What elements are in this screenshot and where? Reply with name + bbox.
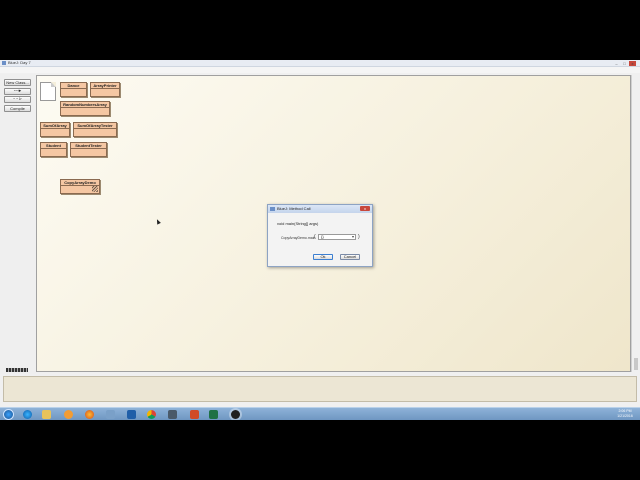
title-bar: BlueJ: Day 7 – □ x [0,60,640,67]
readme-icon[interactable] [40,82,56,101]
paren-close: ) [358,234,360,240]
close-button[interactable]: x [629,61,636,66]
taskbar: 2:06 PM 1/21/2016 [0,407,640,420]
menu-bar: Project Edit Tools View Help [0,67,640,81]
scrollbar-thumb[interactable] [634,358,638,370]
taskbar-clock[interactable]: 2:06 PM 1/21/2016 [612,409,638,419]
paren-open: ( [314,234,316,240]
class-sumofarraytester[interactable]: SumOfArrayTester [73,122,117,137]
new-class-button[interactable]: New Class... [4,79,31,86]
bluej-app-icon [2,61,6,65]
parameter-value: {} [321,234,324,239]
bluej-dialog-icon [270,207,275,211]
class-randomnumbersarray[interactable]: RandomNumbersArray [60,101,110,116]
method-signature: void main(String[] args) [277,221,319,226]
maximize-button[interactable]: □ [621,61,628,66]
method-call-dialog: BlueJ: Method Call x void main(String[] … [267,204,373,267]
network-icon[interactable] [106,410,115,419]
outlook-icon[interactable] [127,410,136,419]
class-sumofarray[interactable]: SumOfArray [40,122,70,137]
chrome-icon[interactable] [147,410,156,419]
screen: BlueJ: Day 7 – □ x Project Edit Tools Vi… [0,60,640,420]
message-area [3,376,637,402]
parameter-input[interactable]: {} ▾ [318,234,356,240]
dashed-arrow-icon: - - ▹ [13,96,22,102]
class-dance[interactable]: Dance [60,82,87,97]
ok-button[interactable]: Ok [313,254,333,260]
uses-arrow-button[interactable]: ---▸ [4,88,31,95]
media-player-icon[interactable] [64,410,73,419]
cancel-button[interactable]: Cancel [340,254,360,260]
class-name: RandomNumbersArray [61,102,109,108]
vertical-scrollbar[interactable] [631,75,639,372]
powerpoint-icon[interactable] [190,410,199,419]
class-studenttester[interactable]: StudentTester [70,142,107,157]
window-title: BlueJ: Day 7 [8,60,31,65]
clock-date: 1/21/2016 [617,414,633,418]
solid-arrow-icon: ---▸ [13,88,22,94]
bluej-taskbar-icon[interactable] [231,410,240,419]
firefox-icon[interactable] [85,410,94,419]
dialog-title: BlueJ: Method Call [268,205,372,213]
inheritance-arrow-button[interactable]: - - ▹ [4,96,31,103]
compile-button[interactable]: Compile [4,105,31,112]
minimize-button[interactable]: – [613,61,620,66]
class-name: Student [41,143,66,149]
class-arrayprinter[interactable]: ArrayPrinter [90,82,120,97]
class-name: CopyArrayDemo [61,180,99,186]
class-name: StudentTester [71,143,106,149]
class-student[interactable]: Student [40,142,67,157]
class-copyarraydemo[interactable]: CopyArrayDemo [60,179,100,194]
internet-explorer-icon[interactable] [23,410,32,419]
dialog-close-button[interactable]: x [360,206,370,211]
class-name: Dance [61,83,86,89]
class-name: ArrayPrinter [91,83,119,89]
file-explorer-icon[interactable] [42,410,51,419]
class-name: SumOfArray [41,123,69,129]
chevron-down-icon[interactable]: ▾ [352,235,354,239]
start-button[interactable] [3,409,14,420]
parameter-label: CopyArrayDemo.main [281,236,316,240]
class-name: SumOfArrayTester [74,123,116,129]
tool-panel: New Class... ---▸ - - ▹ Compile [0,74,36,374]
machine-indicator-icon [6,368,28,372]
system-tray[interactable] [578,411,608,418]
excel-icon[interactable] [209,410,218,419]
app-icon[interactable] [168,410,177,419]
